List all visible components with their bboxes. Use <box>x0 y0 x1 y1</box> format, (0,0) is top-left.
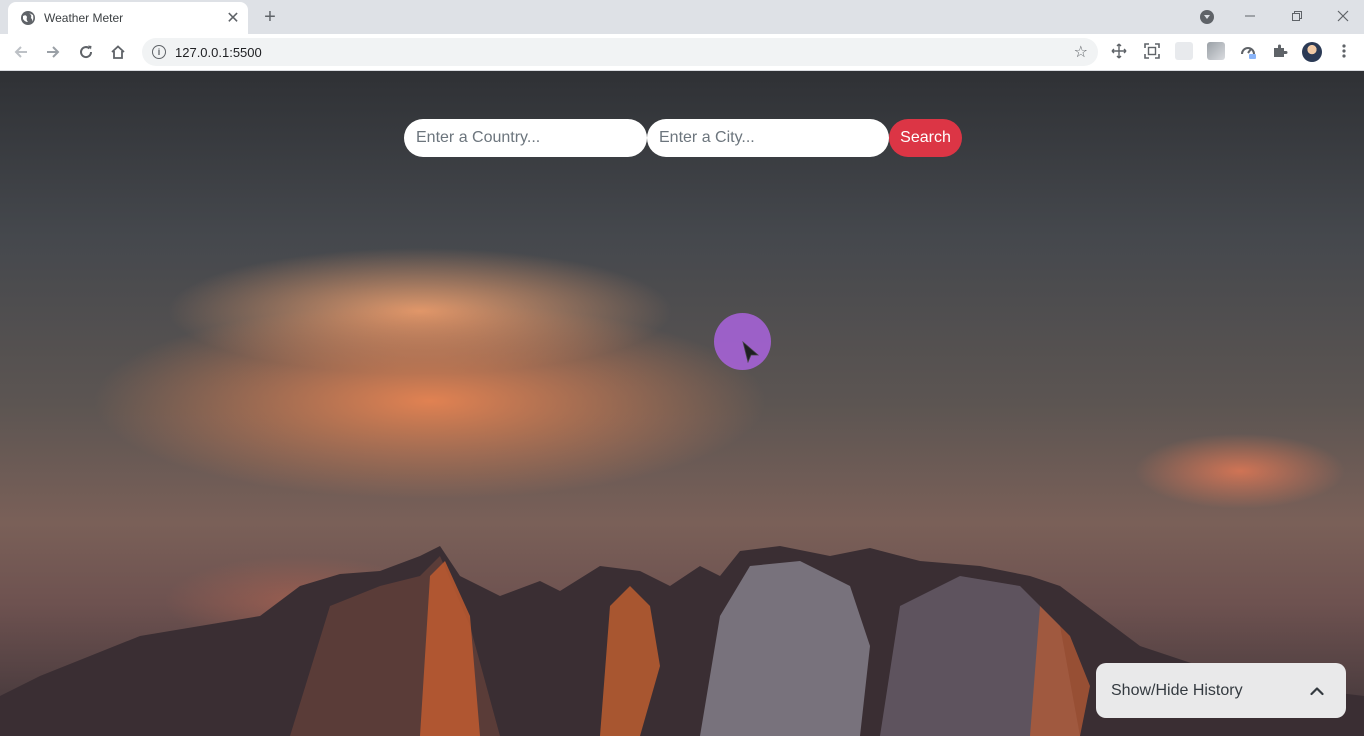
city-input[interactable] <box>647 119 889 157</box>
globe-icon <box>21 11 35 25</box>
restore-icon[interactable] <box>1285 4 1309 28</box>
plus-icon[interactable]: + <box>258 5 282 29</box>
tab-strip: Weather Meter ✕ + <box>0 0 1364 34</box>
speedometer-icon[interactable] <box>1239 42 1257 60</box>
capture-icon[interactable] <box>1143 42 1161 60</box>
forward-icon[interactable] <box>41 40 65 64</box>
avatar[interactable] <box>1302 42 1322 62</box>
kebab-menu-icon[interactable] <box>1335 42 1353 60</box>
tab-search-icon[interactable] <box>1200 10 1214 24</box>
puzzle-icon[interactable] <box>1271 42 1289 60</box>
minimize-icon[interactable] <box>1238 4 1262 28</box>
history-toggle-label: Show/Hide History <box>1111 681 1243 699</box>
close-icon[interactable]: ✕ <box>224 9 242 27</box>
search-button[interactable]: Search <box>889 119 962 157</box>
page-viewport: Search Show/Hide History <box>0 71 1364 736</box>
home-icon[interactable] <box>106 40 130 64</box>
tab-title: Weather Meter <box>44 11 124 25</box>
history-toggle-button[interactable]: Show/Hide History <box>1096 663 1346 718</box>
back-icon[interactable] <box>9 40 33 64</box>
close-window-icon[interactable] <box>1331 4 1355 28</box>
browser-tab[interactable]: Weather Meter ✕ <box>8 2 248 34</box>
country-input[interactable] <box>404 119 647 157</box>
browser-toolbar: i 127.0.0.1:5500 ☆ <box>0 34 1364 71</box>
chevron-up-icon <box>1310 686 1324 695</box>
address-bar[interactable]: i 127.0.0.1:5500 ☆ <box>142 38 1098 66</box>
star-icon[interactable]: ☆ <box>1074 42 1088 62</box>
reload-icon[interactable] <box>74 40 98 64</box>
url-text: 127.0.0.1:5500 <box>175 45 262 60</box>
extension-tile-icon[interactable] <box>1175 42 1193 60</box>
info-icon[interactable]: i <box>152 45 166 59</box>
cursor-arrow-icon <box>742 341 760 363</box>
move-icon[interactable] <box>1110 42 1128 60</box>
extension-photo-icon[interactable] <box>1207 42 1225 60</box>
